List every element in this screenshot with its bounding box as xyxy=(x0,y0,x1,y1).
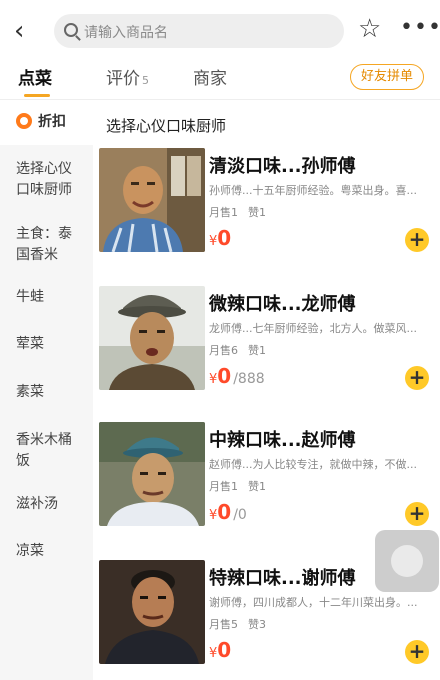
monthly-sales: 月售1 xyxy=(209,206,238,219)
item-description: 孙师傅...十五年厨师经验。粤菜出身。喜... xyxy=(209,184,417,197)
sidebar-item-veg[interactable]: 素菜 xyxy=(0,382,93,403)
likes-count: 赞1 xyxy=(248,206,266,219)
floating-assist-button[interactable] xyxy=(375,530,439,592)
item-name: 微辣口味...龙师傅 xyxy=(209,294,356,315)
chevron-left-icon[interactable]: ‹ xyxy=(14,18,38,46)
item-stats: 月售6 赞1 xyxy=(209,342,276,358)
header-bar: ‹ 请输入商品名 ☆ ••• xyxy=(0,10,440,52)
monthly-sales: 月售6 xyxy=(209,344,238,357)
sidebar-item-meat[interactable]: 荤菜 xyxy=(0,334,93,355)
price-value: 0 xyxy=(217,364,232,388)
item-stats: 月售5 赞3 xyxy=(209,616,276,632)
likes-count: 赞1 xyxy=(248,480,266,493)
chef-photo xyxy=(99,148,205,252)
sidebar-item-rice-bucket[interactable]: 香米木桶饭 xyxy=(0,430,80,472)
add-to-cart-button[interactable]: + xyxy=(405,366,429,390)
item-description: 赵师傅...为人比较专注，就做中辣，不做... xyxy=(209,458,417,471)
sidebar-item-discount[interactable]: 折扣 xyxy=(0,101,93,145)
chef-photo xyxy=(99,422,205,526)
sidebar-item-cold-dish[interactable]: 凉菜 xyxy=(0,541,93,562)
sidebar-item-bullfrog[interactable]: 牛蛙 xyxy=(0,287,93,308)
discount-icon xyxy=(16,113,32,129)
star-outline-icon[interactable]: ☆ xyxy=(358,14,381,44)
monthly-sales: 月售1 xyxy=(209,480,238,493)
item-description: 龙师傅...七年厨师经验，北方人。做菜风... xyxy=(209,322,417,335)
add-to-cart-button[interactable]: + xyxy=(405,502,429,526)
item-name: 中辣口味...赵师傅 xyxy=(209,430,356,451)
item-stats: 月售1 赞1 xyxy=(209,204,276,220)
tab-order[interactable]: 点菜 xyxy=(18,64,52,89)
item-price: ¥0 xyxy=(209,226,233,250)
search-input[interactable]: 请输入商品名 xyxy=(54,14,344,48)
item-description: 谢师傅，四川成都人，十二年川菜出身。... xyxy=(209,596,418,609)
more-dots-icon[interactable]: ••• xyxy=(400,16,440,40)
search-icon xyxy=(64,23,78,37)
price-value: 0 xyxy=(217,226,232,250)
search-placeholder: 请输入商品名 xyxy=(84,25,168,41)
active-tab-indicator xyxy=(24,94,50,97)
add-to-cart-button[interactable]: + xyxy=(405,640,429,664)
sidebar-item-staple[interactable]: 主食：泰国香米 xyxy=(0,224,80,266)
status-bar xyxy=(0,0,440,8)
likes-count: 赞1 xyxy=(248,344,266,357)
list-item[interactable]: 清淡口味...孙师傅 孙师傅...十五年厨师经验。粤菜出身。喜... 月售1 赞1… xyxy=(93,148,440,288)
list-item[interactable]: 微辣口味...龙师傅 龙师傅...七年厨师经验，北方人。做菜风... 月售6 赞1… xyxy=(93,286,440,426)
tab-bar: 点菜 评价 5 商家 好友拼单 xyxy=(0,60,440,100)
original-price: /0 xyxy=(233,507,247,523)
original-price: /888 xyxy=(233,371,265,387)
chef-photo xyxy=(99,286,205,390)
tab-order-label: 点菜 xyxy=(18,69,52,89)
tab-reviews-label: 评价 xyxy=(106,69,140,89)
item-price: ¥0 xyxy=(209,638,233,662)
item-name: 特辣口味...谢师傅 xyxy=(209,568,356,589)
item-price: ¥0/888 xyxy=(209,364,265,388)
item-name: 清淡口味...孙师傅 xyxy=(209,156,356,177)
chef-photo xyxy=(99,560,205,664)
tab-reviews-count: 5 xyxy=(142,74,149,87)
monthly-sales: 月售5 xyxy=(209,618,238,631)
section-title: 选择心仪口味厨师 xyxy=(106,117,227,135)
item-stats: 月售1 赞1 xyxy=(209,478,276,494)
sidebar-item-soup[interactable]: 滋补汤 xyxy=(0,494,93,515)
tab-merchant-label: 商家 xyxy=(193,69,227,89)
category-sidebar: 折扣 选择心仪口味厨师 主食：泰国香米 牛蛙 荤菜 素菜 香米木桶饭 滋补汤 凉… xyxy=(0,101,93,680)
tab-merchant[interactable]: 商家 xyxy=(193,64,227,89)
item-price: ¥0/0 xyxy=(209,500,247,524)
sidebar-item-label: 折扣 xyxy=(38,114,66,130)
group-order-button[interactable]: 好友拼单 xyxy=(350,64,424,90)
add-to-cart-button[interactable]: + xyxy=(405,228,429,252)
price-value: 0 xyxy=(217,638,232,662)
tab-reviews[interactable]: 评价 5 xyxy=(106,64,149,89)
price-value: 0 xyxy=(217,500,232,524)
sidebar-item-chef[interactable]: 选择心仪口味厨师 xyxy=(0,159,80,201)
likes-count: 赞3 xyxy=(248,618,266,631)
